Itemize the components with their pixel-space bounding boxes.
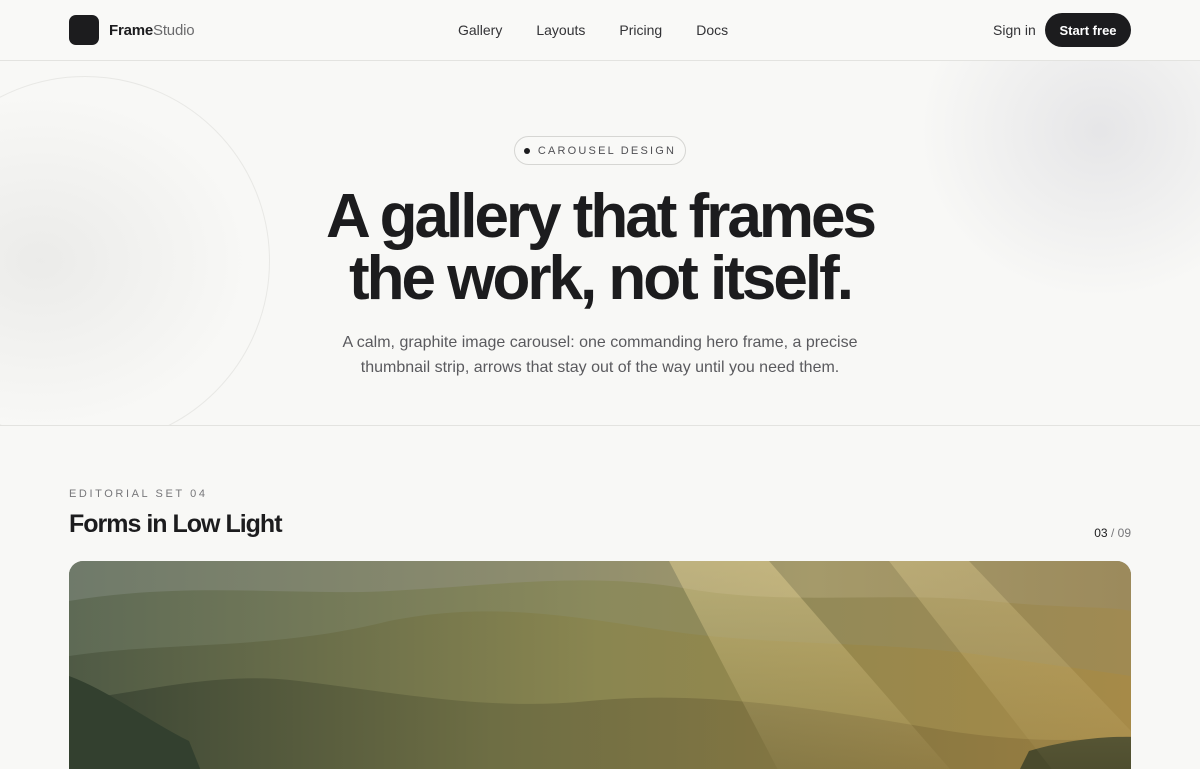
slide-total: 09 <box>1117 526 1131 540</box>
gallery-eyebrow: EDITORIAL SET 04 <box>69 488 208 500</box>
hero-subtitle-line-2: thumbnail strip, arrows that stay out of… <box>360 359 840 376</box>
hero-title: A gallery that frames the work, not itse… <box>0 186 1200 310</box>
brand-name: FrameStudio <box>109 21 195 39</box>
badge-dot-icon <box>523 147 530 154</box>
main-nav: Gallery Layouts Pricing Docs <box>458 22 728 38</box>
nav-item-layouts[interactable]: Layouts <box>536 22 585 38</box>
hero-badge: CAROUSEL DESIGN <box>514 136 686 165</box>
logo-mark-icon <box>69 15 99 45</box>
brand-logo[interactable]: FrameStudio <box>69 15 195 45</box>
start-free-button[interactable]: Start free <box>1045 13 1131 47</box>
hero-title-line-2: the work, not itself. <box>349 244 854 313</box>
hero-title-line-1: A gallery that frames <box>325 182 877 251</box>
slide-current: 03 <box>1094 526 1108 540</box>
nav-item-gallery[interactable]: Gallery <box>458 22 502 38</box>
sign-in-link[interactable]: Sign in <box>993 22 1036 38</box>
nav-item-docs[interactable]: Docs <box>696 22 728 38</box>
hero-badge-label: CAROUSEL DESIGN <box>537 144 677 157</box>
slide-counter: 03 / 09 <box>1094 526 1131 540</box>
landscape-image <box>69 561 1131 769</box>
hero-image-frame[interactable] <box>69 561 1131 769</box>
brand-name-light: Studio <box>153 21 195 39</box>
hero-section: CAROUSEL DESIGN A gallery that frames th… <box>0 61 1200 426</box>
hero-subtitle: A calm, graphite image carousel: one com… <box>300 330 900 380</box>
site-header: FrameStudio Gallery Layouts Pricing Docs… <box>0 0 1200 61</box>
hero-subtitle-line-1: A calm, graphite image carousel: one com… <box>342 334 858 351</box>
gallery-title: Forms in Low Light <box>69 510 283 538</box>
slide-separator: / <box>1110 526 1115 540</box>
nav-item-pricing[interactable]: Pricing <box>619 22 662 38</box>
brand-name-strong: Frame <box>109 21 154 39</box>
